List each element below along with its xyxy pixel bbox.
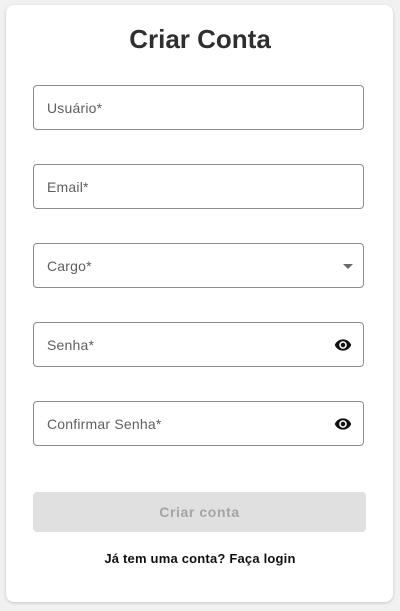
chevron-down-icon[interactable] xyxy=(343,264,353,269)
login-link[interactable]: Já tem uma conta? Faça login xyxy=(0,551,400,566)
email-label: Email* xyxy=(47,179,89,195)
role-select[interactable]: Cargo* xyxy=(33,243,364,288)
eye-icon[interactable] xyxy=(332,415,354,433)
email-field[interactable]: Email* xyxy=(33,164,364,209)
create-account-button[interactable]: Criar conta xyxy=(33,492,366,532)
password-label: Senha* xyxy=(47,337,95,353)
username-label: Usuário* xyxy=(47,100,103,116)
confirm-password-label: Confirmar Senha* xyxy=(47,416,162,432)
username-field[interactable]: Usuário* xyxy=(33,85,364,130)
password-field[interactable]: Senha* xyxy=(33,322,364,367)
eye-icon[interactable] xyxy=(332,336,354,354)
confirm-password-field[interactable]: Confirmar Senha* xyxy=(33,401,364,446)
role-label: Cargo* xyxy=(47,258,92,274)
page-title: Criar Conta xyxy=(129,24,271,54)
